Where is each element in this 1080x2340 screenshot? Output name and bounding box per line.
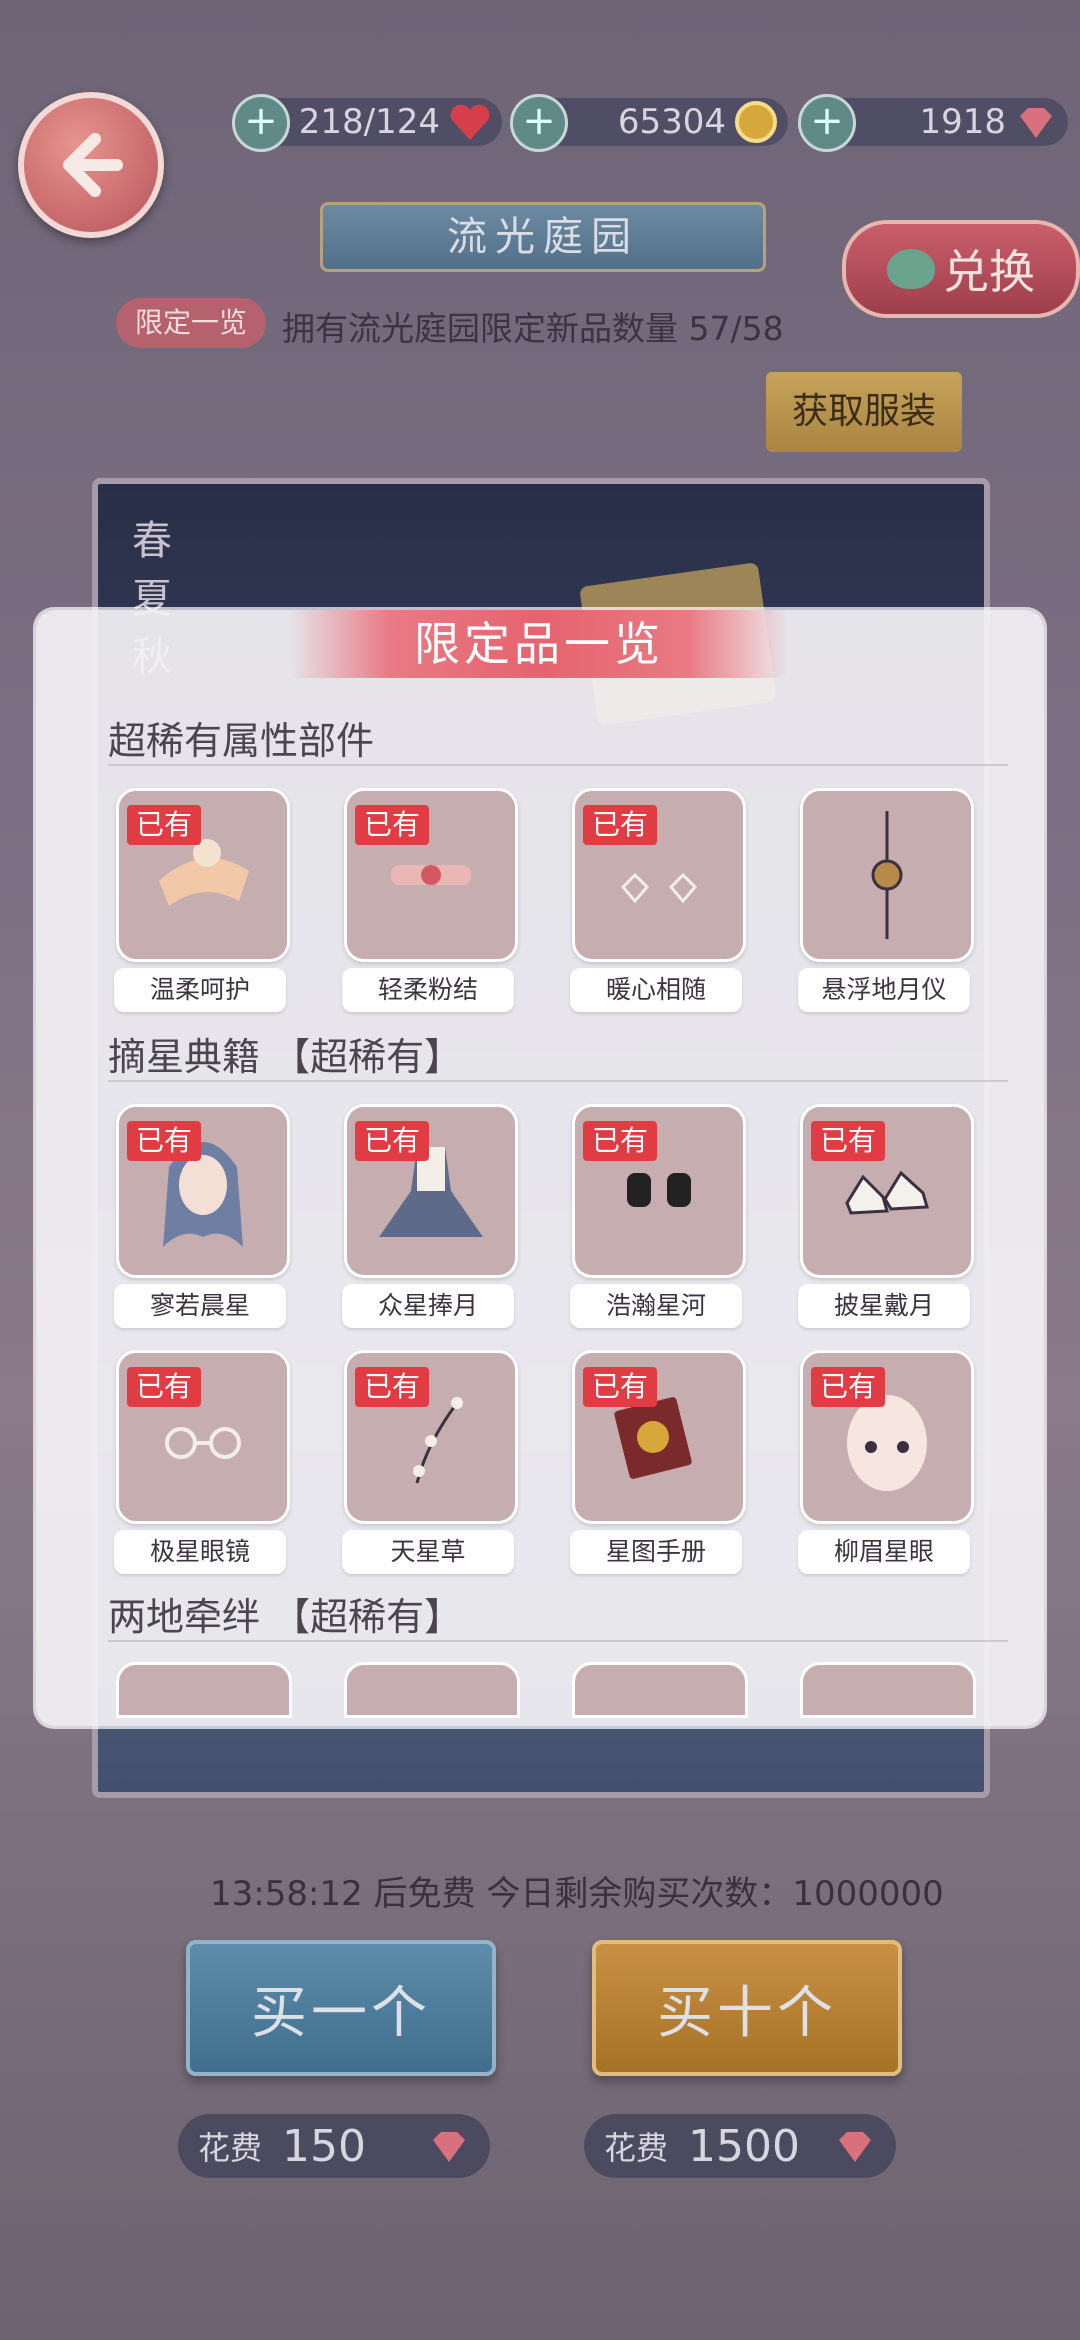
diamond-icon — [433, 2132, 465, 2162]
diamond-icon — [839, 2132, 871, 2162]
stamina-counter: + 218/124 — [232, 94, 502, 152]
item-thumb: 已有 — [572, 788, 746, 962]
item-thumb-partial[interactable] — [116, 1662, 292, 1718]
cost-one-value: 150 — [282, 2120, 366, 2172]
cost-one: 花费 150 — [178, 2114, 490, 2178]
item-name: 暖心相随 — [570, 968, 742, 1012]
divider — [108, 764, 1008, 766]
item-name: 温柔呵护 — [114, 968, 286, 1012]
item-thumb-partial[interactable] — [344, 1662, 520, 1718]
limited-list-tag[interactable]: 限定一览 — [116, 298, 266, 348]
owned-badge: 已有 — [355, 1121, 429, 1161]
divider — [108, 1080, 1008, 1082]
item-thumb: 已有 — [116, 1104, 290, 1278]
gold-counter: + 65304 — [510, 94, 788, 152]
item-thumb: 已有 — [116, 1350, 290, 1524]
owned-badge: 已有 — [583, 1121, 657, 1161]
heart-icon — [450, 104, 490, 140]
owned-badge: 已有 — [355, 1367, 429, 1407]
diamond-icon — [1020, 108, 1052, 138]
item-name: 天星草 — [342, 1530, 514, 1574]
add-gold-button[interactable]: + — [510, 94, 568, 152]
item-name: 寥若晨星 — [114, 1284, 286, 1328]
item-card[interactable]: 悬浮地月仪 — [798, 788, 974, 1012]
owned-badge: 已有 — [583, 1367, 657, 1407]
orrery-icon — [871, 811, 903, 939]
item-thumb-partial[interactable] — [800, 1662, 976, 1718]
owned-badge: 已有 — [355, 805, 429, 845]
gold-value: 65304 — [617, 102, 726, 142]
buy-ten-button[interactable]: 买十个 — [592, 1940, 902, 2076]
item-name: 柳眉星眼 — [798, 1530, 970, 1574]
item-thumb: 已有 — [572, 1104, 746, 1278]
item-card[interactable]: 已有 轻柔粉结 — [342, 788, 518, 1012]
get-clothes-button[interactable]: 获取服装 — [766, 372, 962, 452]
diamond-counter: + 1918 — [798, 94, 1068, 152]
item-card[interactable]: 已有 披星戴月 — [798, 1104, 974, 1328]
exchange-button[interactable]: 兑换 — [842, 220, 1080, 318]
stamina-value: 218/124 — [298, 102, 440, 142]
section-title: 超稀有属性部件 — [108, 719, 375, 763]
page-title: 流光庭园 — [320, 202, 766, 272]
item-thumb — [800, 788, 974, 962]
gem-icon — [887, 249, 935, 289]
item-name: 极星眼镜 — [114, 1530, 286, 1574]
item-name: 浩瀚星河 — [570, 1284, 742, 1328]
free-timer-text: 13:58:12 后免费 今日剩余购买次数：1000000 — [210, 1874, 944, 1914]
coin-icon — [735, 101, 777, 143]
cost-ten: 花费 1500 — [584, 2114, 896, 2178]
add-diamond-button[interactable]: + — [798, 94, 856, 152]
item-card[interactable]: 已有 浩瀚星河 — [570, 1104, 746, 1328]
item-thumb: 已有 — [344, 1104, 518, 1278]
item-card[interactable]: 已有 众星捧月 — [342, 1104, 518, 1328]
item-thumb: 已有 — [116, 788, 290, 962]
buy-one-button[interactable]: 买一个 — [186, 1940, 496, 2076]
item-name: 悬浮地月仪 — [798, 968, 970, 1012]
limited-count-text: 拥有流光庭园限定新品数量 57/58 — [282, 309, 784, 348]
item-name: 星图手册 — [570, 1530, 742, 1574]
item-card[interactable]: 已有 天星草 — [342, 1350, 518, 1574]
owned-badge: 已有 — [127, 805, 201, 845]
exchange-label: 兑换 — [943, 245, 1035, 299]
modal-title: 限定品一览 — [290, 610, 788, 678]
item-card[interactable]: 已有 暖心相随 — [570, 788, 746, 1012]
item-name: 披星戴月 — [798, 1284, 970, 1328]
diamond-value: 1918 — [919, 102, 1006, 142]
limited-items-modal: 超稀有属性部件 已有 温柔呵护 已有 轻柔粉结 已有 暖心相随 悬浮地月仪 摘星… — [36, 610, 1044, 1726]
section-title: 两地牵绊 【超稀有】 — [108, 1595, 463, 1639]
cost-label: 花费 — [604, 2129, 669, 2167]
section-title: 摘星典籍 【超稀有】 — [108, 1035, 463, 1079]
item-card[interactable]: 已有 温柔呵护 — [114, 788, 290, 1012]
item-name: 轻柔粉结 — [342, 968, 514, 1012]
item-thumb: 已有 — [800, 1350, 974, 1524]
item-thumb-partial[interactable] — [572, 1662, 748, 1718]
owned-badge: 已有 — [811, 1367, 885, 1407]
item-card[interactable]: 已有 星图手册 — [570, 1350, 746, 1574]
back-button[interactable] — [18, 92, 164, 238]
owned-badge: 已有 — [583, 805, 657, 845]
item-card[interactable]: 已有 柳眉星眼 — [798, 1350, 974, 1574]
back-arrow-icon — [63, 133, 123, 197]
item-card[interactable]: 已有 极星眼镜 — [114, 1350, 290, 1574]
item-thumb: 已有 — [800, 1104, 974, 1278]
add-stamina-button[interactable]: + — [232, 94, 290, 152]
season-spring[interactable]: 春 — [132, 508, 172, 566]
owned-badge: 已有 — [127, 1367, 201, 1407]
cost-ten-value: 1500 — [688, 2120, 800, 2172]
item-thumb: 已有 — [344, 1350, 518, 1524]
item-card[interactable]: 已有 寥若晨星 — [114, 1104, 290, 1328]
item-name: 众星捧月 — [342, 1284, 514, 1328]
item-thumb: 已有 — [344, 788, 518, 962]
owned-badge: 已有 — [127, 1121, 201, 1161]
owned-badge: 已有 — [811, 1121, 885, 1161]
divider — [108, 1640, 1008, 1642]
item-thumb: 已有 — [572, 1350, 746, 1524]
cost-label: 花费 — [198, 2129, 263, 2167]
